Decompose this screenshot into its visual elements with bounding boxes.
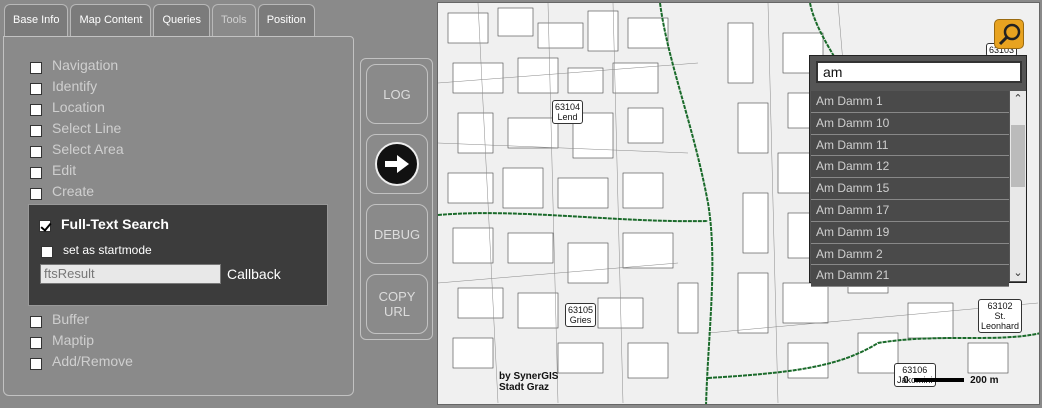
scroll-thumb[interactable] (1011, 125, 1025, 187)
tab-queries[interactable]: Queries (153, 4, 210, 36)
district-code: 63105 (568, 305, 594, 315)
district-code: 63106 (902, 365, 928, 375)
district-name: St. (994, 311, 1006, 321)
copy-url-button[interactable]: COPY URL (366, 274, 428, 334)
search-result[interactable]: Am Damm 1 (811, 91, 1009, 113)
magnifier-icon (998, 23, 1021, 46)
results-scrollbar[interactable]: ⌃ ⌄ (1010, 91, 1026, 281)
startmode-checkbox[interactable] (41, 246, 53, 258)
search-results-list: Am Damm 1 Am Damm 10 Am Damm 11 Am Damm … (811, 91, 1009, 288)
edit-checkbox[interactable] (30, 166, 42, 179)
tab-bar: Base Info Map Content Queries Tools Posi… (4, 4, 316, 37)
tool-location[interactable]: Location (30, 98, 105, 116)
add-remove-checkbox[interactable] (30, 357, 42, 370)
district-name: Gries (569, 315, 592, 325)
location-checkbox[interactable] (30, 103, 42, 116)
debug-button[interactable]: DEBUG (366, 204, 428, 264)
tool-label: Select Line (52, 120, 122, 136)
tab-base-info[interactable]: Base Info (4, 4, 69, 36)
district-label: 63102 St. Leonhard (978, 299, 1023, 333)
fts-title: Full-Text Search (61, 215, 169, 232)
scale-end: 200 m (970, 375, 999, 386)
search-result[interactable]: Am Damm 10 (811, 112, 1009, 135)
chevron-up-icon[interactable]: ⌃ (1010, 91, 1026, 107)
tab-tools[interactable]: Tools (212, 4, 256, 37)
fts-toggle[interactable]: Full-Text Search (39, 215, 169, 232)
copy-url-line1: COPY (378, 289, 416, 304)
tool-label: Identify (52, 78, 98, 94)
tool-label: Navigation (52, 57, 119, 73)
tab-position[interactable]: Position (257, 4, 315, 36)
buffer-checkbox[interactable] (30, 315, 42, 328)
maptip-checkbox[interactable] (30, 336, 42, 349)
tool-label: Add/Remove (52, 353, 133, 369)
district-code: 63104 (555, 102, 581, 112)
startmode-label: set as startmode (63, 242, 152, 257)
search-result[interactable]: Am Damm 11 (811, 134, 1009, 157)
navigation-checkbox[interactable] (30, 61, 42, 74)
scale-bar: 0 200 m (903, 375, 998, 386)
callback-label: Callback (227, 266, 281, 282)
district-name: Leonhard (981, 321, 1020, 331)
credit-line: Stadt Graz (499, 382, 550, 393)
search-result[interactable]: Am Damm 15 (811, 178, 1009, 200)
tool-label: Buffer (52, 311, 90, 327)
copy-url-line2: URL (383, 304, 410, 319)
search-result[interactable]: Am Damm 2 (811, 243, 1009, 266)
identify-checkbox[interactable] (30, 82, 42, 95)
tool-label: Maptip (52, 332, 95, 348)
tool-select-area[interactable]: Select Area (30, 140, 124, 158)
map-credit: by SynerGIS Stadt Graz (499, 371, 558, 393)
district-label: 63105 Gries (565, 303, 597, 327)
tool-label: Select Area (52, 141, 124, 157)
tab-map-content[interactable]: Map Content (70, 4, 152, 36)
tool-buffer[interactable]: Buffer (30, 310, 89, 328)
arrow-right-icon (375, 142, 419, 186)
fts-checkbox[interactable] (39, 220, 51, 232)
tool-label: Location (52, 99, 105, 115)
search-dropdown: am Am Damm 1 Am Damm 10 Am Damm 11 Am Da… (809, 55, 1027, 288)
chevron-down-icon[interactable]: ⌄ (1010, 265, 1026, 281)
startmode-toggle[interactable]: set as startmode (41, 241, 152, 258)
scale-start: 0 (903, 375, 909, 386)
search-result[interactable]: Am Damm 19 (811, 221, 1009, 244)
tools-panel: Navigation Identify Location Select Line… (3, 36, 354, 396)
search-result[interactable]: Am Damm 17 (811, 199, 1009, 222)
district-code: 63102 (987, 301, 1013, 311)
tool-maptip[interactable]: Maptip (30, 331, 94, 349)
scale-line (914, 378, 965, 383)
create-checkbox[interactable] (30, 187, 42, 200)
full-text-search-box: Full-Text Search set as startmode ftsRes… (28, 204, 328, 306)
district-name: Lend (557, 112, 578, 122)
tool-create[interactable]: Create (30, 182, 94, 200)
tool-navigation[interactable]: Navigation (30, 56, 118, 74)
tool-select-line[interactable]: Select Line (30, 119, 121, 137)
fts-result-input[interactable]: ftsResult (40, 264, 221, 284)
select-area-checkbox[interactable] (30, 145, 42, 158)
tool-edit[interactable]: Edit (30, 161, 76, 179)
tool-label: Create (52, 183, 95, 199)
map-search-button[interactable] (994, 19, 1024, 49)
address-search-input[interactable]: am (816, 61, 1022, 83)
select-line-checkbox[interactable] (30, 124, 42, 137)
tool-identify[interactable]: Identify (30, 77, 97, 95)
search-result[interactable]: Am Damm 21 (811, 265, 1009, 288)
search-result[interactable]: Am Damm 12 (811, 156, 1009, 179)
tool-add-remove[interactable]: Add/Remove (30, 352, 133, 370)
toggle-panel-button[interactable] (366, 134, 428, 194)
log-button[interactable]: LOG (366, 64, 428, 124)
district-label: 63104 Lend (552, 100, 584, 124)
action-button-panel: LOG DEBUG COPY URL (360, 58, 433, 340)
credit-line: by SynerGIS (499, 371, 559, 382)
tool-label: Edit (52, 162, 77, 178)
